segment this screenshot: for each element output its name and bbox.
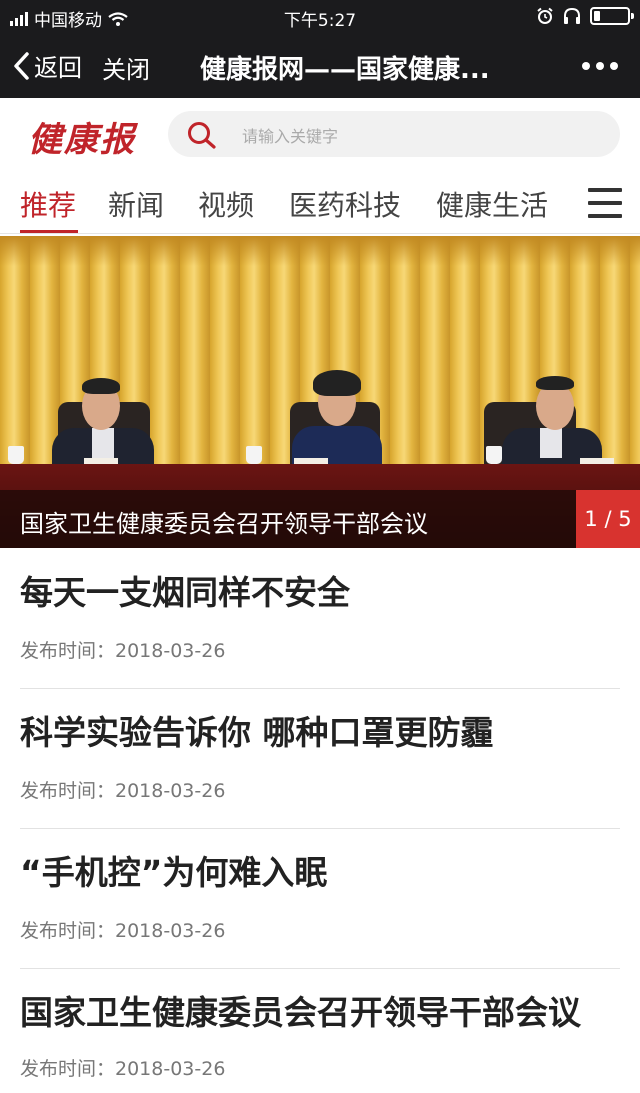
article-title: 每天一支烟同样不安全 (20, 573, 350, 612)
tab-video[interactable]: 视频 (198, 184, 254, 224)
list-item[interactable]: 科学实验告诉你 哪种口罩更防霾 发布时间：2018-03-26 (20, 706, 620, 802)
article-date: 发布时间：2018-03-26 (20, 1058, 226, 1080)
article-title: 国家卫生健康委员会召开领导干部会议 (20, 993, 581, 1032)
banner-pager: 1 / 5 (576, 490, 640, 548)
article-title: “手机控”为何难入眠 (20, 853, 328, 892)
list-item[interactable]: 国家卫生健康委员会召开领导干部会议 发布时间：2018-03-26 (20, 986, 620, 1080)
divider (20, 968, 620, 969)
search-icon (188, 122, 216, 149)
tab-healthy-living[interactable]: 健康生活 (436, 184, 548, 224)
search-placeholder: 请输入关键字 (242, 127, 339, 146)
page-title: 健康报网——国家健康... (200, 55, 490, 85)
active-tab-indicator (20, 230, 78, 233)
banner-caption: 国家卫生健康委员会召开领导干部会议 (20, 510, 428, 538)
back-button[interactable]: 返回 (12, 48, 82, 83)
headphones-icon (564, 7, 580, 24)
close-button[interactable]: 关闭 (102, 50, 150, 85)
article-date: 发布时间：2018-03-26 (20, 640, 226, 662)
divider (20, 828, 620, 829)
more-dots-icon[interactable] (582, 62, 618, 70)
tab-recommend[interactable]: 推荐 (20, 184, 76, 224)
article-date: 发布时间：2018-03-26 (20, 780, 226, 802)
tab-medical-tech[interactable]: 医药科技 (289, 184, 401, 224)
divider (20, 688, 620, 689)
article-date: 发布时间：2018-03-26 (20, 920, 226, 942)
battery-level (594, 11, 600, 21)
list-item[interactable]: 每天一支烟同样不安全 发布时间：2018-03-26 (20, 566, 620, 662)
status-bar: 中国移动 下午5:27 (0, 0, 640, 34)
site-header: 健康报 请输入关键字 (0, 98, 640, 170)
status-right (536, 7, 634, 25)
list-item[interactable]: “手机控”为何难入眠 发布时间：2018-03-26 (20, 846, 620, 942)
category-tabs: 推荐 新闻 视频 医药科技 健康生活 (0, 170, 640, 234)
hamburger-menu-icon[interactable] (588, 188, 622, 218)
site-logo[interactable]: 健康报 (28, 112, 136, 161)
battery-icon (590, 7, 634, 25)
article-title: 科学实验告诉你 哪种口罩更防霾 (20, 713, 494, 752)
search-input[interactable]: 请输入关键字 (168, 111, 620, 157)
alarm-icon (537, 7, 553, 24)
chevron-left-icon (14, 51, 29, 80)
nav-bar: 返回 关闭 健康报网——国家健康... (0, 34, 640, 98)
banner-caption-bar[interactable]: 国家卫生健康委员会召开领导干部会议 (0, 490, 640, 548)
back-label: 返回 (34, 54, 82, 82)
tab-news[interactable]: 新闻 (108, 184, 164, 224)
